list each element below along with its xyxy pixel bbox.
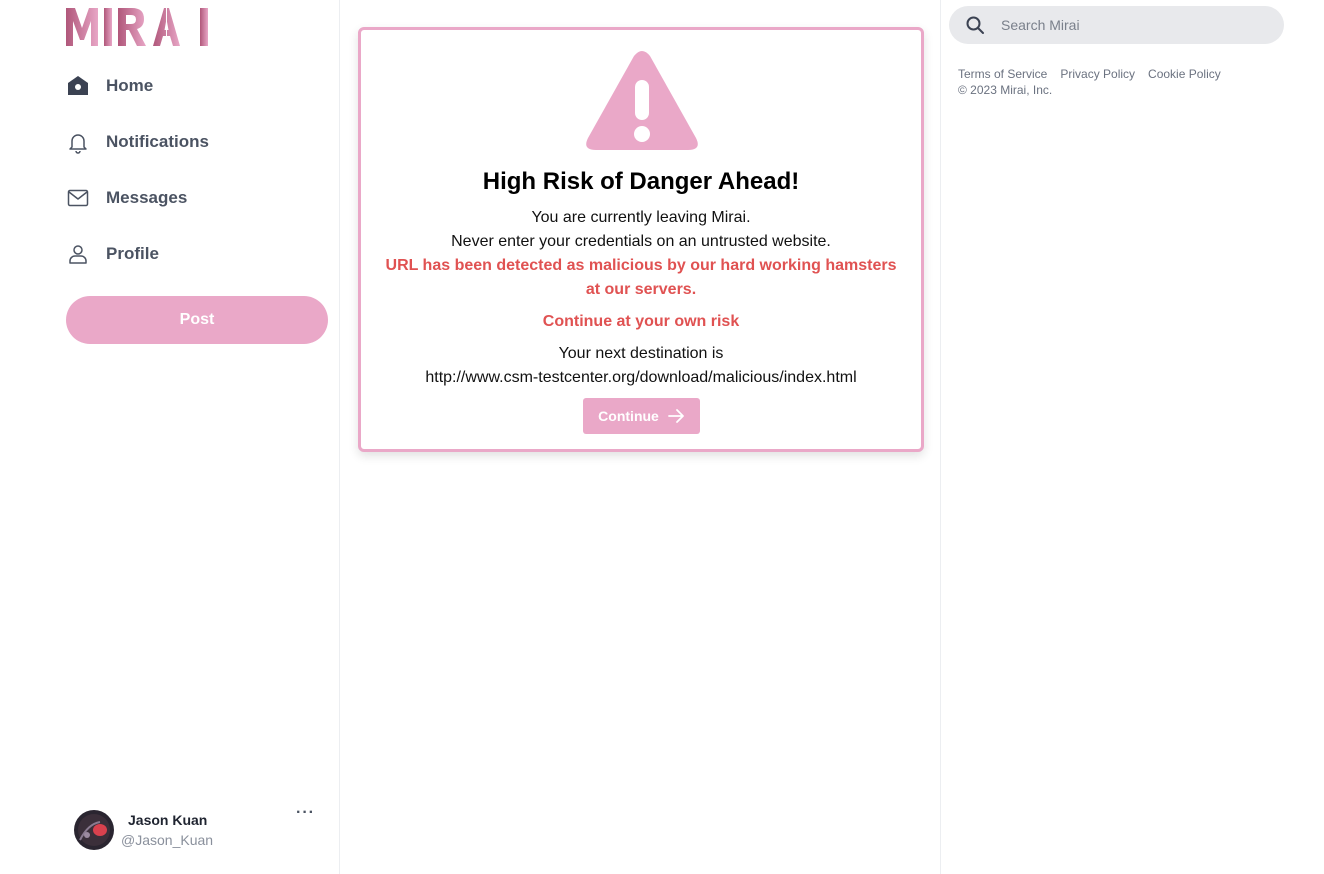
left-sidebar: Home Notifications Messages Profile Post <box>0 0 340 874</box>
danger-warning-card: High Risk of Danger Ahead! You are curre… <box>358 27 924 452</box>
search-icon <box>966 16 984 34</box>
credentials-text: Never enter your credentials on an untru… <box>451 233 831 250</box>
bell-icon <box>66 130 90 154</box>
post-button[interactable]: Post <box>66 296 328 344</box>
copyright-text: © 2023 Mirai, Inc. <box>958 83 1053 97</box>
malicious-text-line1: URL has been detected as malicious by ou… <box>385 257 897 274</box>
sidebar-item-messages[interactable]: Messages <box>66 176 209 220</box>
sidebar-item-home[interactable]: Home <box>66 64 209 108</box>
continue-button[interactable]: Continue <box>583 398 700 434</box>
privacy-link[interactable]: Privacy Policy <box>1060 67 1135 81</box>
home-icon <box>66 74 90 98</box>
terms-link[interactable]: Terms of Service <box>958 67 1047 81</box>
account-switcher[interactable]: Jason Kuan @Jason_Kuan ··· <box>74 804 320 854</box>
sidebar-item-label: Home <box>106 76 154 95</box>
sidebar-item-label: Messages <box>106 188 188 207</box>
mirai-logo[interactable] <box>66 6 212 48</box>
search-input[interactable] <box>999 16 1263 34</box>
sidebar-item-label: Profile <box>106 244 159 263</box>
warning-triangle-icon <box>586 51 698 150</box>
arrow-right-icon <box>667 409 684 423</box>
search-bar[interactable] <box>949 6 1284 44</box>
leaving-text: You are currently leaving Mirai. <box>531 209 751 226</box>
destination-url: http://www.csm-testcenter.org/download/m… <box>425 369 857 386</box>
user-handle: @Jason_Kuan <box>121 832 214 848</box>
more-options-button[interactable]: ··· <box>296 804 315 822</box>
mail-icon <box>66 186 90 210</box>
user-display-name: Jason Kuan <box>128 812 208 828</box>
main-nav: Home Notifications Messages Profile <box>66 64 209 288</box>
sidebar-item-label: Notifications <box>106 132 209 151</box>
cookie-link[interactable]: Cookie Policy <box>1148 67 1221 81</box>
main-column: High Risk of Danger Ahead! You are curre… <box>341 0 941 874</box>
user-icon <box>66 242 90 266</box>
destination-label: Your next destination is <box>558 345 724 362</box>
risk-text: Continue at your own risk <box>542 313 740 330</box>
sidebar-item-notifications[interactable]: Notifications <box>66 120 209 164</box>
malicious-text-line2: at our servers. <box>585 281 697 298</box>
warning-title: High Risk of Danger Ahead! <box>482 168 800 195</box>
avatar[interactable] <box>74 810 114 850</box>
footer-links: Terms of Service Privacy Policy Cookie Pol… <box>958 67 1234 81</box>
continue-label: Continue <box>598 408 659 424</box>
sidebar-item-profile[interactable]: Profile <box>66 232 209 276</box>
